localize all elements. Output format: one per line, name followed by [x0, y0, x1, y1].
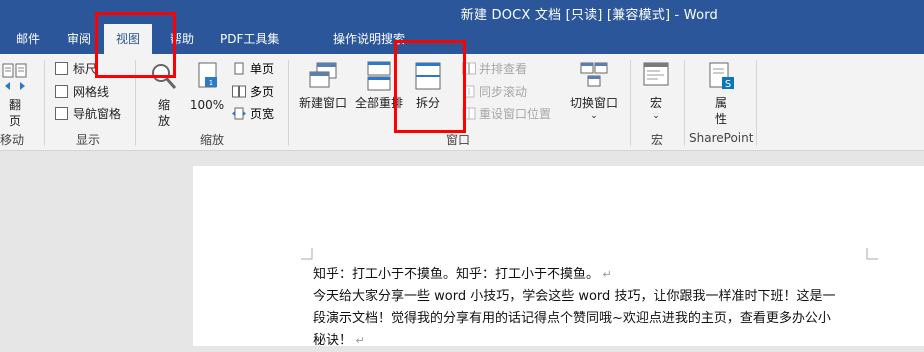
zoom-100-button[interactable]: 1 100% — [188, 60, 226, 113]
group-separator — [684, 60, 685, 146]
margin-corner-mark — [301, 248, 313, 260]
group-separator — [630, 60, 631, 146]
group-label-move: 移动 — [0, 133, 25, 147]
highlight-split-button — [394, 40, 466, 133]
margin-corner-mark — [866, 248, 878, 260]
tab-mailings[interactable]: 邮件 — [16, 24, 40, 54]
page-flip-icon — [2, 63, 27, 90]
highlight-view-tab — [95, 12, 176, 78]
macros-button[interactable]: 宏 ⌄ — [638, 60, 674, 121]
paragraph-mark-icon: ↵ — [599, 268, 612, 281]
document-line[interactable]: 秘诀！ ↵ — [313, 330, 365, 352]
group-label-show: 显示 — [76, 133, 101, 147]
tab-review[interactable]: 审阅 — [67, 24, 91, 54]
page-width-button[interactable]: 页宽 — [232, 107, 274, 121]
new-window-button[interactable]: 新建窗口 — [296, 60, 350, 111]
svg-text:S: S — [725, 79, 731, 90]
ruler-checkbox[interactable]: 标尺 — [55, 62, 97, 76]
group-label-zoom: 缩放 — [200, 133, 225, 147]
svg-text:1: 1 — [209, 79, 213, 87]
checkbox-icon — [55, 62, 68, 75]
arrange-all-icon — [367, 61, 391, 91]
window-title: 新建 DOCX 文档 [只读] [兼容模式] - Word — [460, 8, 718, 23]
checkbox-icon — [55, 85, 68, 98]
group-label-window: 窗口 — [446, 133, 471, 147]
navigation-pane-checkbox[interactable]: 导航窗格 — [55, 107, 121, 121]
new-window-icon — [309, 62, 337, 88]
tab-pdf-tools[interactable]: PDF工具集 — [220, 24, 279, 54]
group-label-sharepoint: SharePoint — [689, 131, 754, 145]
multiple-pages-button[interactable]: 多页 — [232, 85, 274, 99]
macros-icon — [643, 62, 669, 86]
one-page-button[interactable]: 单页 — [232, 62, 274, 76]
page-move-button[interactable]: 翻 页 — [0, 62, 30, 129]
paragraph-mark-icon: ↵ — [352, 334, 365, 347]
page-100-icon: 1 — [198, 62, 217, 88]
chevron-down-icon: ⌄ — [590, 111, 598, 121]
synchronous-scrolling-button[interactable]: 同步滚动 — [462, 85, 527, 99]
group-separator — [44, 60, 45, 146]
switch-windows-button[interactable]: 切换窗口 ⌄ — [566, 60, 622, 121]
group-separator — [288, 60, 289, 146]
multiple-pages-icon — [232, 85, 246, 98]
group-label-macros: 宏 — [651, 133, 664, 147]
gridlines-checkbox[interactable]: 网格线 — [55, 85, 109, 99]
document-line[interactable]: 段演示文档！觉得我的分享有用的话记得点个赞同哦~欢迎点进我的主页，查看更多办公小 — [313, 308, 831, 330]
switch-windows-icon — [580, 62, 608, 87]
document-line[interactable]: 知乎：打工小于不摸鱼。知乎：打工小于不摸鱼。 ↵ — [313, 264, 612, 286]
view-side-by-side-button[interactable]: 并排查看 — [462, 62, 527, 76]
properties-button[interactable]: S 属 性 — [702, 60, 740, 127]
chevron-down-icon: ⌄ — [652, 111, 660, 121]
group-separator — [756, 60, 757, 146]
document-line[interactable]: 今天给大家分享一些 word 小技巧，学会这些 word 技巧，让你跟我一样准时… — [313, 286, 835, 308]
checkbox-icon — [55, 107, 68, 120]
sharepoint-properties-icon: S — [709, 62, 734, 90]
one-page-icon — [234, 62, 244, 75]
reset-window-position-button[interactable]: 重设窗口位置 — [462, 107, 551, 121]
page-width-icon — [232, 107, 246, 120]
